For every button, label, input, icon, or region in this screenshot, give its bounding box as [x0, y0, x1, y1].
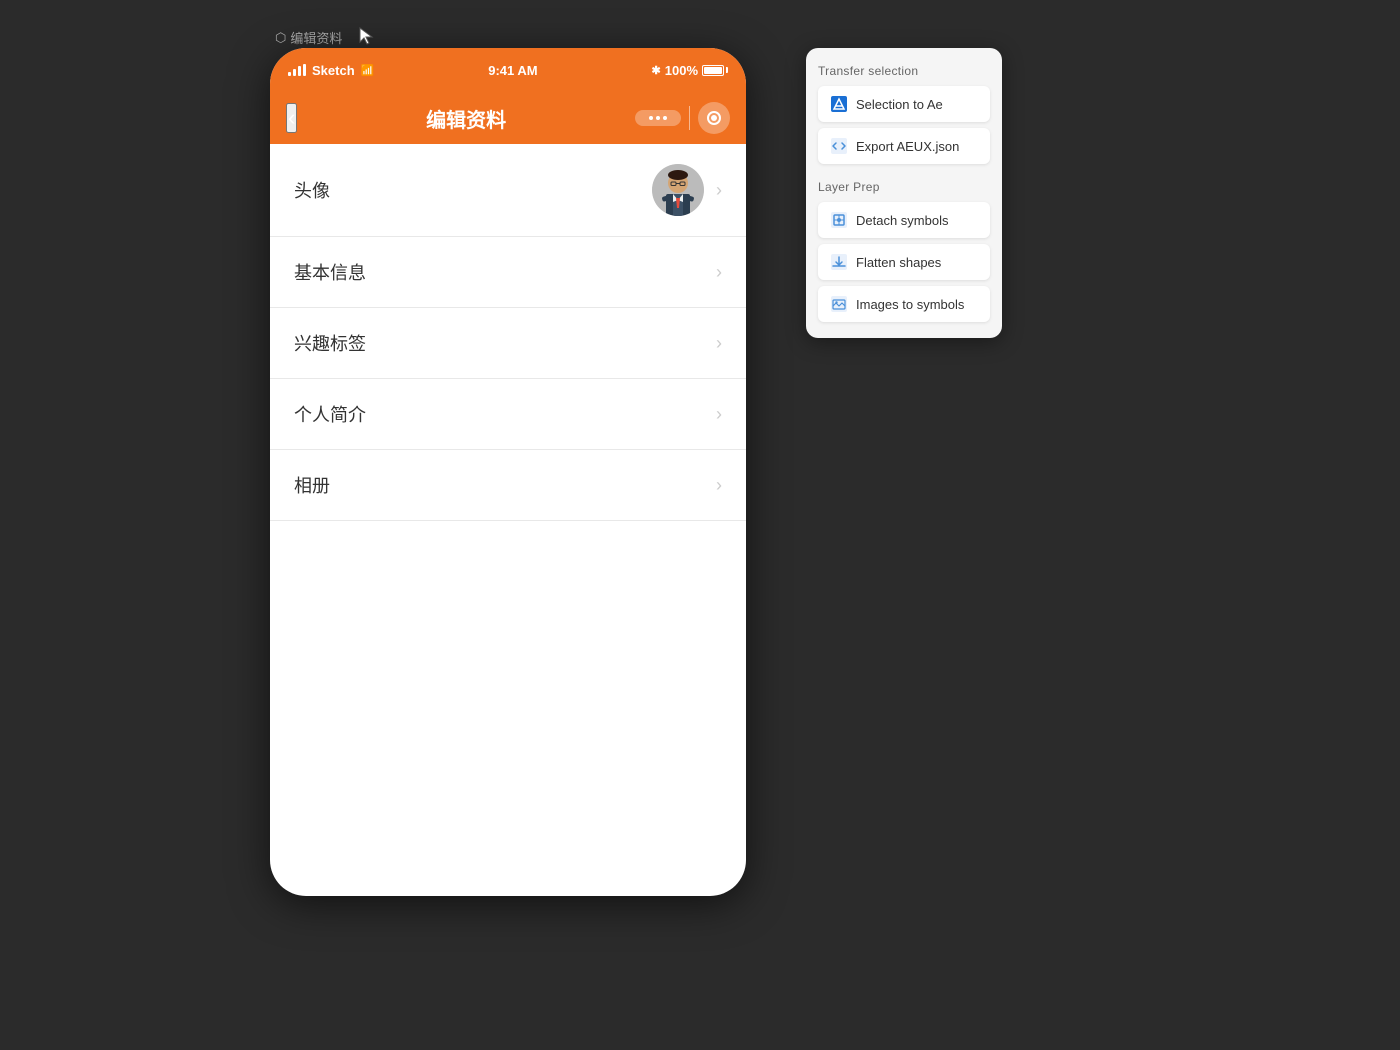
- battery-icon: [702, 65, 728, 76]
- avatar-image: [652, 164, 704, 216]
- status-right: ✱ 100%: [652, 63, 728, 78]
- avatar: [652, 164, 704, 216]
- dot-1: [649, 116, 653, 120]
- layer-prep-title: Layer Prep: [818, 180, 990, 194]
- plugin-panel: Transfer selection Selection to Ae Expor…: [806, 48, 1002, 338]
- selection-to-ae-label: Selection to Ae: [856, 97, 943, 112]
- interest-tags-chevron-icon: ›: [716, 333, 722, 354]
- signal-bars-icon: [288, 64, 306, 76]
- selection-to-ae-button[interactable]: Selection to Ae: [818, 86, 990, 122]
- bio-label: 个人简介: [294, 401, 366, 427]
- sketch-icon: ⬡: [275, 30, 286, 46]
- interest-tags-row[interactable]: 兴趣标签 ›: [270, 308, 746, 379]
- sketch-app-label: ⬡ 编辑资料: [275, 28, 342, 47]
- bio-chevron-icon: ›: [716, 404, 722, 425]
- nav-title: 编辑资料: [426, 104, 506, 133]
- avatar-right: ›: [652, 164, 722, 216]
- cursor-icon: [356, 26, 376, 46]
- signal-bar-1: [288, 72, 291, 76]
- detach-icon: [830, 211, 848, 229]
- avatar-label: 头像: [294, 177, 330, 203]
- back-button[interactable]: ‹: [286, 103, 297, 133]
- transfer-section-title: Transfer selection: [818, 64, 990, 78]
- detach-symbols-button[interactable]: Detach symbols: [818, 202, 990, 238]
- transfer-section: Transfer selection Selection to Ae Expor…: [818, 64, 990, 164]
- dot-2: [656, 116, 660, 120]
- signal-bar-4: [303, 64, 306, 76]
- sketch-label-text: 编辑资料: [290, 28, 342, 47]
- basic-info-label: 基本信息: [294, 259, 366, 285]
- dot-3: [663, 116, 667, 120]
- album-label: 相册: [294, 472, 330, 498]
- record-dot: [711, 115, 717, 121]
- status-bar: Sketch 📶 9:41 AM ✱ 100%: [270, 48, 746, 92]
- battery-percent: 100%: [665, 63, 698, 78]
- avatar-row[interactable]: 头像: [270, 144, 746, 237]
- album-row[interactable]: 相册 ›: [270, 450, 746, 521]
- basic-info-chevron-icon: ›: [716, 262, 722, 283]
- carrier-label: Sketch: [312, 63, 355, 78]
- signal-bar-2: [293, 69, 296, 76]
- flatten-shapes-button[interactable]: Flatten shapes: [818, 244, 990, 280]
- album-chevron-icon: ›: [716, 475, 722, 496]
- nav-actions: [635, 102, 730, 134]
- bio-row[interactable]: 个人简介 ›: [270, 379, 746, 450]
- basic-info-row[interactable]: 基本信息 ›: [270, 237, 746, 308]
- export-aeux-button[interactable]: Export AEUX.json: [818, 128, 990, 164]
- images-to-symbols-label: Images to symbols: [856, 297, 964, 312]
- flatten-icon: [830, 253, 848, 271]
- signal-bar-3: [298, 66, 301, 76]
- interest-tags-label: 兴趣标签: [294, 330, 366, 356]
- phone-frame: Sketch 📶 9:41 AM ✱ 100% ‹ 编辑资料: [270, 48, 746, 896]
- battery-fill: [704, 67, 722, 74]
- detach-symbols-label: Detach symbols: [856, 213, 948, 228]
- layer-prep-section: Layer Prep Detach symbols Flatten shapes: [818, 180, 990, 322]
- nav-bar: ‹ 编辑资料: [270, 92, 746, 144]
- images-to-symbols-button[interactable]: Images to symbols: [818, 286, 990, 322]
- bluetooth-icon: ✱: [652, 64, 661, 77]
- export-aeux-label: Export AEUX.json: [856, 139, 959, 154]
- status-time: 9:41 AM: [488, 63, 537, 78]
- avatar-chevron-icon: ›: [716, 180, 722, 201]
- flatten-shapes-label: Flatten shapes: [856, 255, 941, 270]
- more-button[interactable]: [635, 110, 681, 126]
- status-left: Sketch 📶: [288, 63, 374, 78]
- ae-icon: [830, 95, 848, 113]
- record-icon: [707, 111, 721, 125]
- images-icon: [830, 295, 848, 313]
- wifi-icon: 📶: [361, 64, 375, 77]
- back-chevron-icon: ‹: [288, 105, 295, 130]
- content-area: 头像: [270, 144, 746, 521]
- battery-tip: [726, 67, 728, 73]
- record-button[interactable]: [698, 102, 730, 134]
- nav-divider: [689, 106, 690, 130]
- code-icon: [830, 137, 848, 155]
- battery-body: [702, 65, 724, 76]
